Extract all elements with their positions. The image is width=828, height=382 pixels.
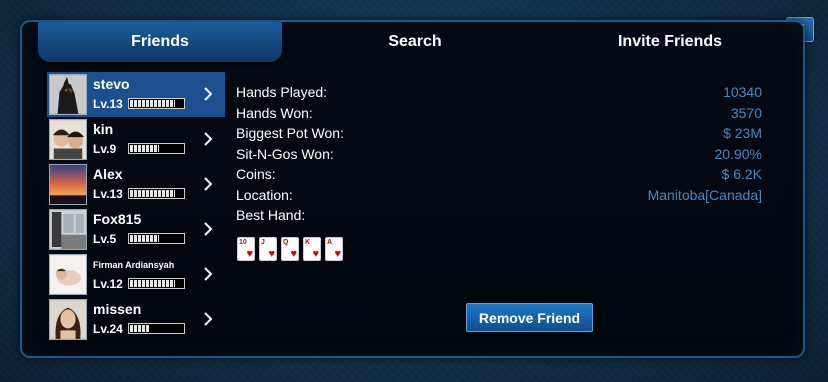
friend-row[interactable]: kin Lv.9 [47, 117, 225, 162]
heart-suit-icon: ♥ [246, 248, 253, 260]
avatar [49, 299, 87, 340]
best-hand-cards: 10 ♥ J ♥ Q ♥ K ♥ A ♥ [237, 237, 343, 261]
stat-value: 10340 [723, 84, 762, 100]
avatar [49, 209, 87, 250]
friend-name: stevo [93, 76, 130, 92]
heart-suit-icon: ♥ [268, 248, 275, 260]
stat-label: Coins: [236, 166, 276, 182]
level-progress-bar [128, 188, 185, 199]
card-rank: J [261, 239, 265, 246]
level-progress-bar [128, 143, 185, 154]
avatar [49, 74, 87, 115]
avatar [49, 164, 87, 205]
stat-row: Sit-N-Gos Won: 20.90% [236, 146, 762, 167]
chevron-right-icon [204, 312, 213, 326]
friend-row[interactable]: missen Lv.24 [47, 297, 225, 342]
chevron-right-icon [204, 177, 213, 191]
level-progress-bar [128, 278, 185, 289]
friend-name: kin [93, 121, 114, 137]
playing-card: Q ♥ [281, 237, 299, 261]
stat-row: Coins: $ 6.2K [236, 166, 762, 187]
heart-suit-icon: ♥ [290, 248, 297, 260]
heart-suit-icon: ♥ [312, 248, 319, 260]
tab-search[interactable]: Search [322, 22, 508, 62]
stat-label: Biggest Pot Won: [236, 125, 344, 141]
stat-label: Hands Won: [236, 104, 313, 121]
stat-row: Location: Manitoba[Canada] [236, 187, 762, 208]
stat-value: 20.90% [714, 145, 762, 162]
avatar [49, 119, 87, 160]
stat-value: 3570 [730, 104, 762, 121]
playing-card: A ♥ [325, 237, 343, 261]
stat-value: $ 23M [723, 125, 762, 141]
chevron-right-icon [204, 222, 213, 236]
friend-row[interactable]: Fox815 Lv.5 [47, 207, 225, 252]
stat-label: Hands Played: [236, 84, 328, 100]
stat-row: Biggest Pot Won: $ 23M [236, 125, 762, 146]
friend-name: Alex [93, 166, 123, 182]
stat-label: Location: [236, 186, 293, 203]
stat-label: Best Hand: [236, 207, 306, 223]
tab-friends[interactable]: Friends [38, 22, 282, 62]
friend-name: Fox815 [93, 211, 142, 227]
level-progress-bar [128, 323, 185, 334]
friend-level: Lv.9 [93, 142, 117, 156]
heart-suit-icon: ♥ [334, 248, 341, 260]
friend-name: Firman Ardiansyah [93, 260, 175, 270]
stat-value: $ 6.2K [721, 166, 762, 182]
level-progress-bar [128, 233, 185, 244]
friend-name: missen [93, 301, 142, 317]
chevron-right-icon [204, 267, 213, 281]
friend-row[interactable]: stevo Lv.13 [47, 72, 225, 117]
card-rank: Q [283, 239, 289, 246]
friends-panel: Friends Search Invite Friends stevo Lv.1… [20, 20, 805, 358]
stat-label: Sit-N-Gos Won: [236, 145, 334, 162]
remove-friend-button[interactable]: Remove Friend [466, 303, 593, 332]
card-rank: 10 [239, 239, 247, 246]
stat-row: Hands Played: 10340 [236, 84, 762, 105]
friend-level: Lv.24 [93, 322, 123, 336]
playing-card: J ♥ [259, 237, 277, 261]
chevron-right-icon [204, 87, 213, 101]
friend-row[interactable]: Firman Ardiansyah Lv.12 [47, 252, 225, 297]
stat-row: Hands Won: 3570 [236, 105, 762, 126]
level-progress-bar [128, 98, 185, 109]
stat-value: Manitoba[Canada] [647, 186, 762, 203]
playing-card: K ♥ [303, 237, 321, 261]
playing-card: 10 ♥ [237, 237, 255, 261]
friend-level: Lv.13 [93, 187, 123, 201]
avatar [49, 254, 87, 295]
friend-stats: Hands Played: 10340 Hands Won: 3570 Bigg… [236, 84, 762, 228]
stat-row: Best Hand: [236, 207, 762, 228]
friend-level: Lv.5 [93, 232, 117, 246]
tab-invite-friends[interactable]: Invite Friends [570, 22, 770, 62]
friend-list: stevo Lv.13 kin Lv.9 Alex Lv.13 Fox815 L… [47, 72, 225, 342]
friend-level: Lv.12 [93, 277, 123, 291]
card-rank: K [305, 239, 311, 246]
friend-row[interactable]: Alex Lv.13 [47, 162, 225, 207]
friend-level: Lv.13 [93, 97, 123, 111]
chevron-right-icon [204, 132, 213, 146]
card-rank: A [327, 239, 333, 246]
